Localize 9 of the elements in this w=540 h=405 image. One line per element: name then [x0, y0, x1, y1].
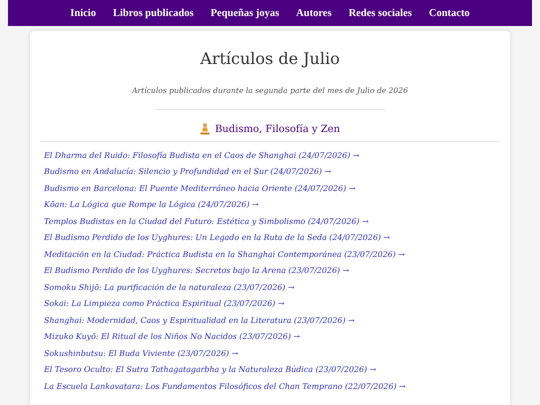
nav-link[interactable]: Libros publicados: [112, 8, 194, 18]
section-heading: Budismo, Filosofía y Zen: [214, 124, 340, 134]
page-title: Artículos de Julio: [199, 49, 341, 68]
nav-link[interactable]: Redes sociales: [348, 8, 412, 18]
nav-link[interactable]: Inicio: [70, 8, 96, 18]
nav-link[interactable]: Autores: [296, 8, 332, 18]
meditating-figure-icon: [200, 123, 210, 135]
nav-link[interactable]: Pequeñas joyas: [210, 8, 280, 18]
nav-link[interactable]: Contacto: [428, 8, 470, 18]
